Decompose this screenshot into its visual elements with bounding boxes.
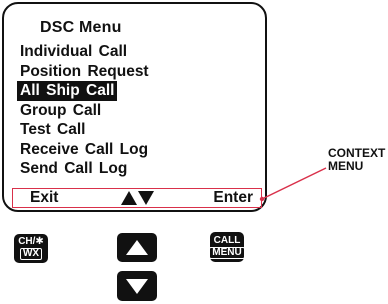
context-softkey-bar: Exit Enter	[12, 188, 262, 208]
menu-item-all-ship-call[interactable]: All Ship Call	[17, 81, 118, 101]
menu-item-send-call-log[interactable]: Send Call Log	[17, 159, 152, 179]
ch-wx-label-top: CH/✱	[18, 236, 44, 247]
call-menu-label-top: CALL	[213, 234, 241, 246]
menu-item-individual-call[interactable]: Individual Call	[17, 42, 152, 62]
menu-item-receive-call-log[interactable]: Receive Call Log	[17, 140, 152, 160]
dsc-menu-list: Individual Call Position Request All Shi…	[17, 42, 152, 179]
softkey-exit[interactable]: Exit	[30, 189, 58, 206]
menu-item-test-call[interactable]: Test Call	[17, 120, 152, 140]
context-menu-callout: CONTEXT MENU	[328, 147, 385, 173]
call-menu-label-bottom: MENU	[209, 246, 245, 259]
menu-item-position-request[interactable]: Position Request	[17, 62, 152, 82]
ch-wx-button[interactable]: CH/✱ WX	[14, 234, 48, 263]
down-button[interactable]	[117, 271, 157, 301]
ch-wx-label-bottom: WX	[19, 248, 43, 260]
softkey-enter[interactable]: Enter	[213, 189, 253, 206]
up-button[interactable]	[117, 233, 157, 262]
call-menu-button[interactable]: CALL MENU	[209, 232, 245, 262]
softkey-up-arrow-icon	[121, 191, 137, 205]
softkey-down-arrow-icon	[138, 191, 154, 205]
lcd-screen: DSC Menu Individual Call Position Reques…	[2, 2, 267, 212]
down-arrow-icon	[126, 278, 148, 294]
callout-line-2: MENU	[328, 159, 364, 173]
screen-title: DSC Menu	[40, 19, 122, 36]
up-down-arrows-icon[interactable]	[121, 191, 154, 208]
menu-item-group-call[interactable]: Group Call	[17, 101, 152, 121]
up-arrow-icon	[126, 240, 148, 255]
